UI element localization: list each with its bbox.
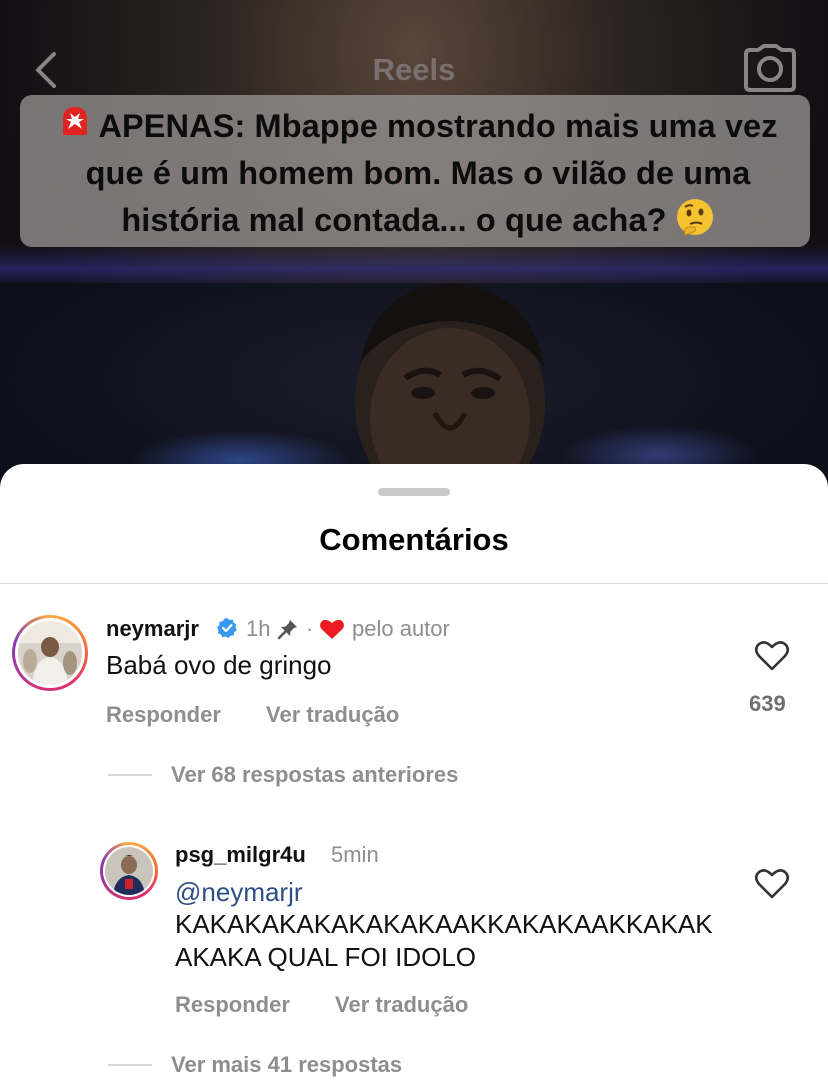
reply-text-line: KAKAKAKAKAKAKAKAAKKAKAKAAKKAKAK [175, 909, 713, 939]
like-heart-icon[interactable] [754, 640, 790, 672]
divider [0, 583, 828, 584]
reply-username[interactable]: psg_milgr4u [175, 842, 306, 868]
view-more-replies-link[interactable]: Ver mais 41 respostas [171, 1052, 402, 1078]
pin-icon [277, 620, 297, 640]
siren-emoji-icon [60, 107, 91, 141]
translate-button[interactable]: Ver tradução [266, 702, 399, 728]
heart-by-author-icon [320, 619, 344, 639]
comments-sheet: Comentários neymarjr 1h · pelo autor Bab… [0, 464, 828, 1083]
like-heart-icon[interactable] [754, 868, 790, 900]
video-band [0, 245, 828, 285]
comments-title: Comentários [319, 522, 509, 557]
verified-badge-icon [217, 618, 237, 638]
like-count: 639 [749, 691, 786, 716]
translate-button[interactable]: Ver tradução [335, 992, 468, 1018]
comment-time: 1h [246, 616, 271, 641]
comment-text: Babá ovo de gringo [106, 650, 332, 680]
camera-icon[interactable] [744, 44, 796, 92]
thinking-face-emoji-icon [676, 199, 713, 236]
replies-line [108, 1064, 152, 1066]
liked-by-author-label: pelo autor [352, 616, 450, 641]
avatar[interactable] [12, 615, 88, 691]
meta-separator: · [306, 616, 314, 641]
page-title: Reels [372, 52, 456, 87]
avatar-image [105, 847, 153, 895]
view-previous-replies-link[interactable]: Ver 68 respostas anteriores [171, 762, 458, 788]
comment-username[interactable]: neymarjr [106, 616, 199, 642]
reel-caption: APENAS: Mbappe mostrando mais uma vez qu… [20, 95, 810, 247]
avatar[interactable] [100, 842, 158, 900]
avatar-image [18, 621, 82, 685]
reply-text-line: AKAKA QUAL FOI IDOLO [175, 942, 477, 972]
drag-handle[interactable] [378, 488, 450, 496]
reply-time: 5min [331, 842, 379, 867]
reply-mention-link[interactable]: @neymarjr [175, 876, 303, 909]
reply-button[interactable]: Responder [106, 702, 221, 728]
reply-button[interactable]: Responder [175, 992, 290, 1018]
replies-line [108, 774, 152, 776]
